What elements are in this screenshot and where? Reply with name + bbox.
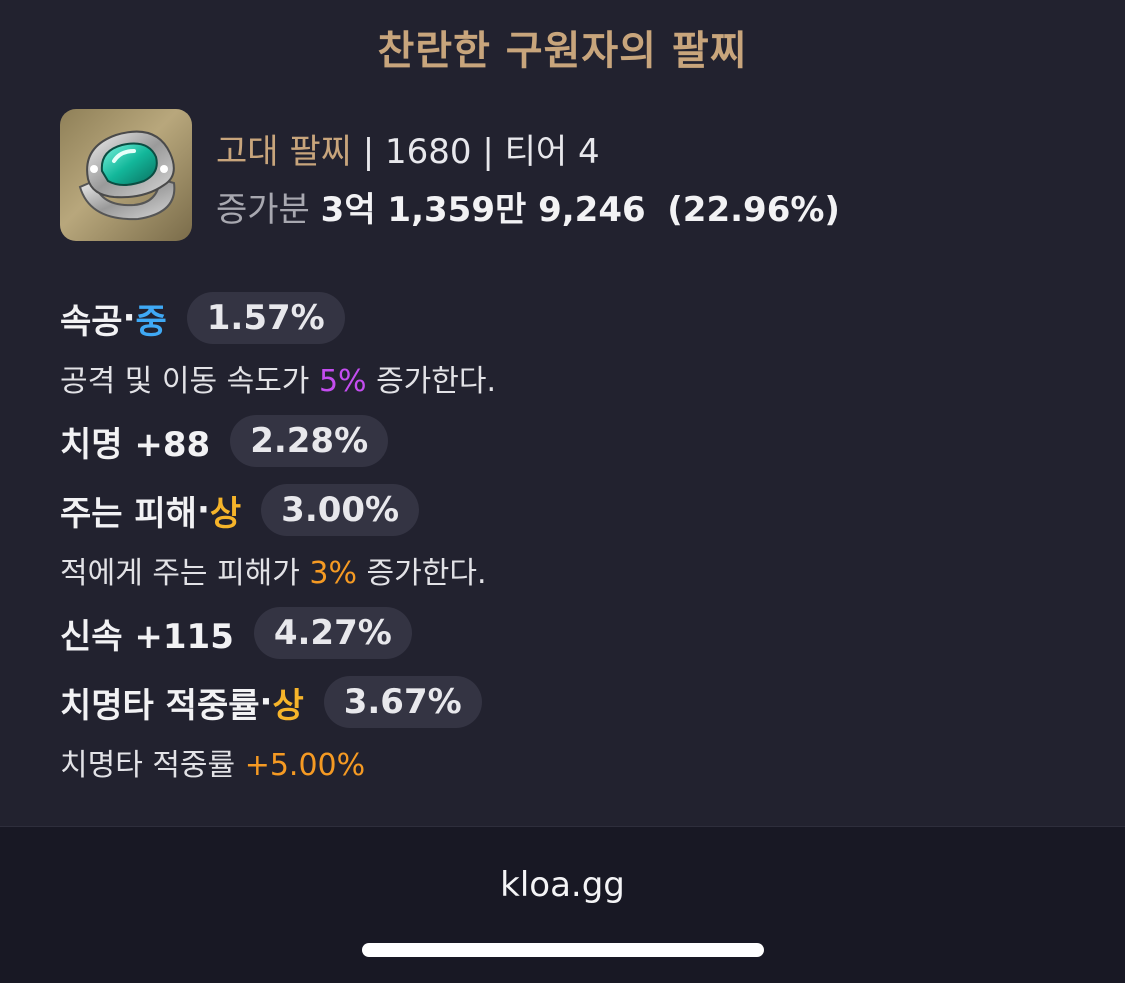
option-dot: · [196, 490, 210, 530]
bracelet-gem-icon [60, 109, 192, 241]
option-grade: 상 [209, 493, 242, 534]
desc-text: 공격 및 이동 속도가 [60, 364, 319, 399]
option-name: 치명타 적중률 [60, 685, 260, 726]
option-row: 치명타 적중률 · 상 3.67% [60, 676, 482, 728]
option-percent-badge: 4.27% [253, 607, 412, 659]
option-description: 공격 및 이동 속도가 5% 증가한다. [60, 356, 496, 400]
option-percent-badge: 3.67% [323, 676, 482, 728]
option-name: 주는 피해 [60, 493, 197, 534]
item-gain: 증가분 3억 1,359만 9,246 (22.96%) [216, 182, 840, 231]
option-dot: · [259, 682, 273, 722]
option-grade: 상 [272, 685, 304, 726]
desc-text: 증가한다. [357, 556, 487, 591]
option-row: 주는 피해 · 상 3.00% [60, 484, 420, 536]
item-level: 1680 [385, 132, 472, 172]
gain-label: 증가분 [216, 190, 310, 230]
brand-link[interactable]: kloa.gg [0, 865, 1125, 905]
option-description: 적에게 주는 피해가 3% 증가한다. [60, 548, 487, 592]
desc-text: 증가한다. [366, 364, 497, 399]
option-description: 치명타 적중률 +5.00% [60, 740, 365, 784]
desc-text: 적에게 주는 피해가 [60, 556, 310, 591]
desc-text: 치명타 적중률 [60, 748, 245, 783]
option-name: 치명 +88 [60, 424, 211, 465]
desc-value: +5.00% [244, 748, 366, 783]
option-name: 속공 [60, 301, 123, 342]
option-grade: 중 [135, 301, 167, 342]
option-row: 신속 +115 4.27% [60, 607, 412, 659]
option-row: 치명 +88 2.28% [60, 415, 389, 467]
gain-value: 3억 1,359만 9,246 [320, 190, 646, 230]
desc-value: 3% [309, 556, 358, 591]
option-dot: · [122, 298, 136, 338]
separator: | [351, 132, 386, 172]
gain-percent: (22.96%) [667, 190, 840, 230]
item-title: 찬란한 구원자의 팔찌 [377, 28, 748, 74]
item-meta: 고대 팔찌 | 1680 | 티어 4 [216, 124, 600, 173]
option-name: 신속 +115 [60, 616, 234, 657]
option-percent-badge: 1.57% [186, 292, 345, 344]
option-row: 속공 · 중 1.57% [60, 292, 345, 344]
option-percent-badge: 2.28% [230, 415, 389, 467]
footer: kloa.gg [0, 826, 1125, 983]
item-tier: 티어 4 [504, 132, 600, 172]
desc-value: 5% [318, 364, 367, 399]
item-type: 고대 팔찌 [216, 132, 352, 172]
home-indicator[interactable] [362, 943, 764, 957]
option-percent-badge: 3.00% [261, 484, 420, 536]
separator: | [471, 132, 505, 172]
